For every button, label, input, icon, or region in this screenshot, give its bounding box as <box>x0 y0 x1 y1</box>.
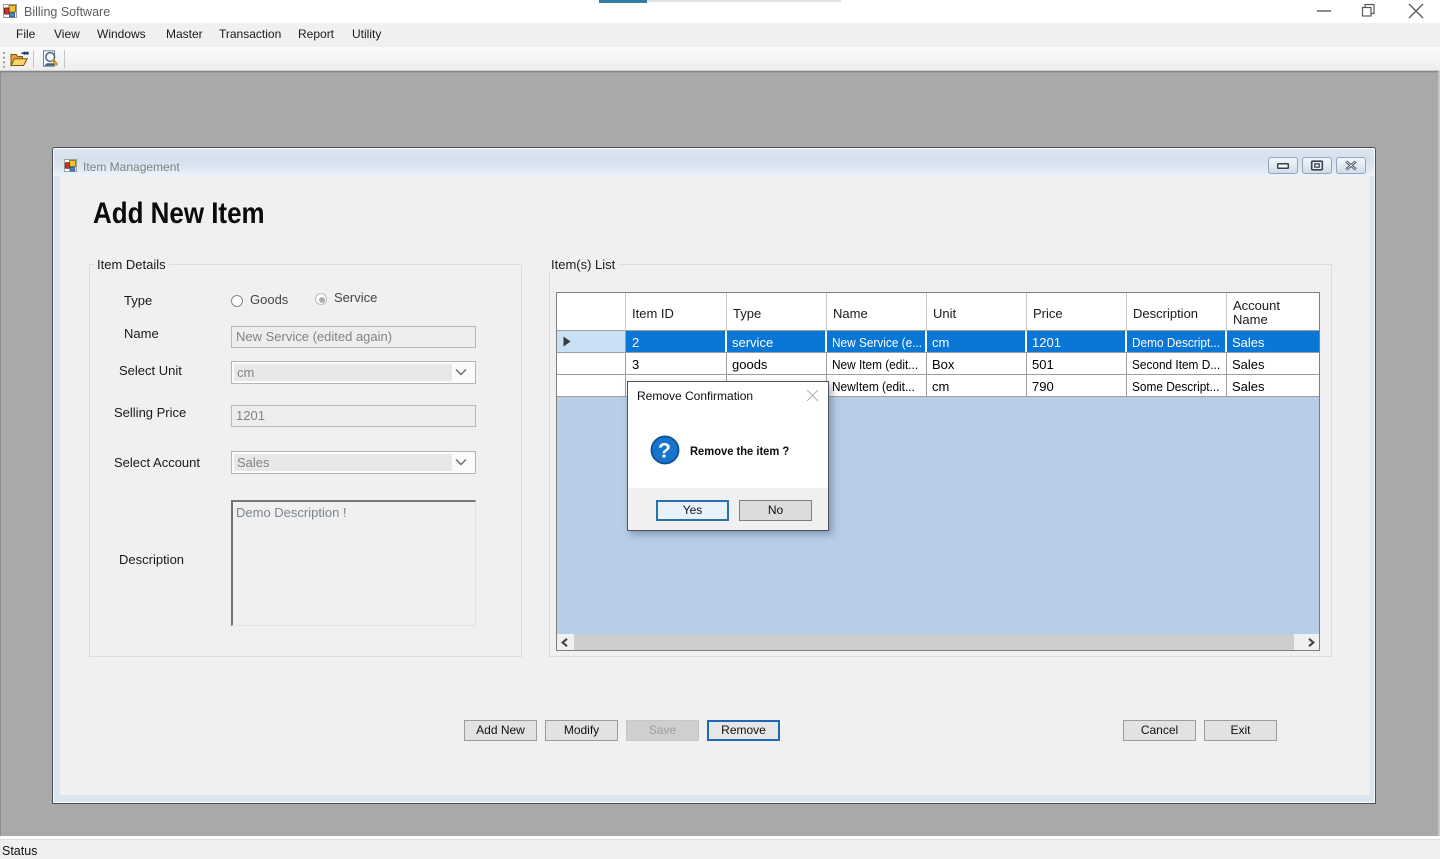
svg-text:?: ? <box>658 439 671 463</box>
